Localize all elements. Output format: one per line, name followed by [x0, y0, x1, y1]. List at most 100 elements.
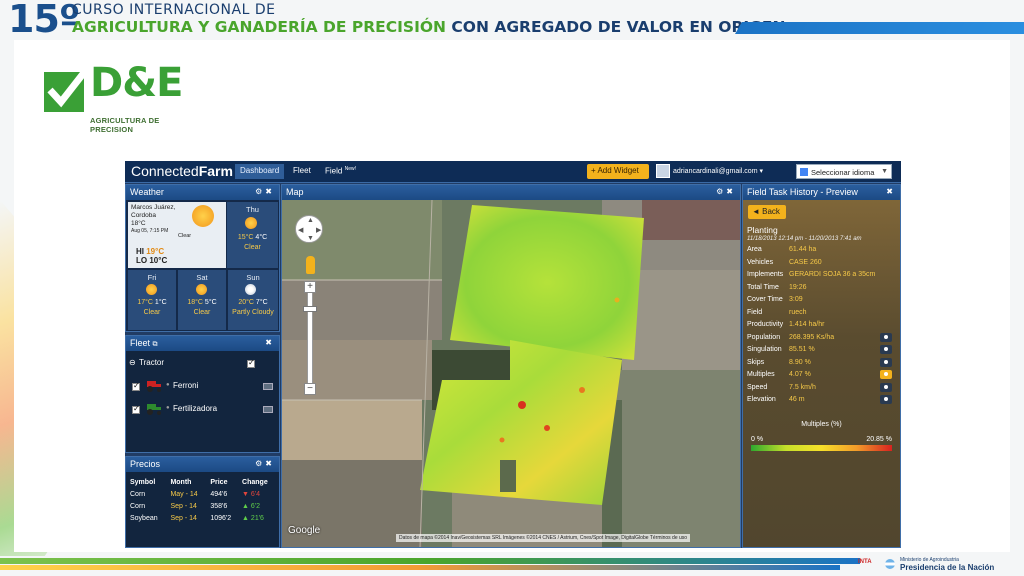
price-month: Sep - 14 — [170, 515, 197, 522]
price-value: 1096'2 — [210, 515, 232, 522]
forecast-hi: 18°C — [187, 299, 203, 306]
close-icon[interactable]: ✖ — [265, 187, 275, 196]
task-row-total-time: Total Time 19:26 — [747, 284, 899, 296]
chevron-down-icon: ▼ — [881, 168, 888, 175]
weather-title: Weather — [130, 187, 164, 197]
fleet-item-checkbox[interactable] — [132, 404, 140, 414]
weather-header: Weather ⚙✖ — [126, 185, 279, 200]
pan-right-icon[interactable]: ▶ — [316, 226, 321, 234]
fleet-group-row[interactable]: ⊖ Tractor — [126, 358, 279, 376]
fleet-widget: Fleet ⧉ ✖ ⊖ Tractor ● Ferroni ● Fert — [125, 335, 280, 453]
close-icon[interactable]: ✖ — [886, 187, 896, 196]
message-icon[interactable] — [263, 383, 273, 390]
collapse-icon[interactable]: ⊖ — [129, 358, 136, 367]
row-value: CASE 260 — [789, 259, 822, 266]
gear-icon[interactable]: ⚙ — [255, 187, 265, 196]
row-value: 3:09 — [789, 296, 803, 303]
row-label: Cover Time — [747, 296, 783, 303]
tab-dashboard[interactable]: Dashboard — [235, 164, 285, 179]
gear-icon[interactable]: ⚙ — [716, 187, 726, 196]
hi-label: HI — [136, 247, 144, 256]
row-value: 1.414 ha/hr — [789, 321, 825, 328]
precios-header: Precios ⚙✖ — [126, 457, 279, 472]
pan-control[interactable]: ▲ ▼ ◀ ▶ — [295, 215, 323, 243]
forecast-sat: Sat 18°C 5°C Clear — [178, 270, 226, 330]
zoom-out-button[interactable]: − — [304, 383, 316, 395]
field-north[interactable] — [450, 205, 644, 360]
brand-logo[interactable]: ConnectedFarm — [131, 163, 233, 179]
weather-today: Marcos Juárez, Cordoba 18°C Aug 05, 7:15… — [128, 202, 226, 268]
eye-icon[interactable] — [880, 333, 892, 342]
forecast-lo: 1°C — [154, 299, 167, 306]
forecast-lo: 4°C — [255, 234, 268, 241]
logo-subtitle: AGRICULTURA DE PRECISION — [90, 116, 160, 134]
fleet-item[interactable]: ● Ferroni — [126, 380, 279, 398]
weather-widget: Weather ⚙✖ Marcos Juárez, Cordoba 18°C A… — [125, 184, 280, 332]
street-view-icon[interactable] — [306, 256, 315, 274]
forecast-sun: Sun 20°C 7°C Partly Cloudy — [228, 270, 278, 330]
tab-fleet[interactable]: Fleet — [288, 164, 316, 179]
weather-date: Aug 05, 7:15 PM — [131, 228, 169, 234]
fleet-item[interactable]: ● Fertilizadora — [126, 403, 279, 421]
group-checkbox[interactable] — [247, 358, 255, 368]
row-label: Productivity — [747, 321, 784, 328]
task-row-multiples: Multiples 4.07 % — [747, 370, 899, 383]
eye-icon[interactable] — [880, 358, 892, 367]
row-label: Implements — [747, 271, 784, 278]
task-date-range: 11/18/2013 12:14 pm - 11/20/2013 7:41 am — [747, 236, 862, 242]
tab-field[interactable]: Field New! — [320, 164, 361, 179]
weather-hi: HI 19°C — [136, 248, 164, 256]
eye-icon[interactable] — [880, 395, 892, 404]
row-value: 19:26 — [789, 284, 807, 291]
message-icon[interactable] — [263, 406, 273, 413]
eye-icon[interactable] — [880, 345, 892, 354]
fleet-title: Fleet — [130, 338, 151, 348]
map-title: Map — [286, 187, 304, 197]
price-change: ▲ 21'6 — [242, 515, 264, 522]
forecast-hi: 15°C — [237, 234, 254, 241]
forecast-day: Thu — [246, 205, 259, 214]
zoom-in-button[interactable]: + — [304, 281, 316, 293]
zoom-slider-handle[interactable] — [303, 306, 317, 312]
back-button[interactable]: ◄ Back — [748, 205, 786, 219]
prices-table: Symbol Month Price Change Corn May - 14 … — [128, 477, 278, 525]
map-attribution[interactable]: Datos de mapa ©2014 Inav/Geosistemas SRL… — [396, 534, 691, 542]
user-menu[interactable]: adriancardinali@gmail.com ▾ — [673, 167, 763, 175]
close-icon[interactable]: ✖ — [265, 459, 275, 468]
table-header-row: Symbol Month Price Change — [128, 477, 278, 489]
close-icon[interactable]: ✖ — [265, 338, 275, 347]
fleet-item-name: Fertilizadora — [173, 404, 218, 413]
row-label: Vehicles — [747, 259, 774, 266]
avatar[interactable] — [656, 164, 670, 178]
satellite-map[interactable] — [282, 200, 740, 548]
multiples-hotspot — [579, 387, 585, 393]
forecast-day: Fri — [147, 273, 157, 282]
row-value: GERARDI SOJA 36 a 35cm — [789, 271, 876, 278]
course-number: 15º — [8, 0, 80, 41]
task-row-productivity: Productivity 1.414 ha/hr — [747, 321, 899, 333]
fleet-item-checkbox[interactable] — [132, 381, 140, 391]
pan-left-icon[interactable]: ◀ — [298, 226, 303, 234]
eye-icon[interactable] — [880, 383, 892, 392]
task-row-implements: Implements GERARDI SOJA 36 a 35cm — [747, 271, 899, 283]
google-logo: Google — [288, 525, 321, 536]
legend-color-bar — [751, 445, 892, 451]
checkmark-logo-icon — [44, 67, 89, 112]
close-icon[interactable]: ✖ — [726, 187, 736, 196]
eye-icon[interactable] — [880, 370, 892, 379]
gear-icon[interactable]: ⚙ — [255, 459, 265, 468]
price-month: Sep - 14 — [170, 503, 197, 510]
pan-up-icon[interactable]: ▲ — [307, 217, 314, 224]
row-label: Skips — [747, 359, 765, 366]
pan-down-icon[interactable]: ▼ — [307, 235, 314, 242]
language-select[interactable]: Seleccionar idioma ▼ — [796, 164, 892, 179]
forecast-fri: Fri 17°C 1°C Clear — [128, 270, 176, 330]
forecast-condition: Clear — [244, 244, 261, 251]
column-header: Symbol — [130, 479, 156, 486]
partly-cloudy-icon — [245, 284, 256, 295]
map-header: Map ⚙✖ — [282, 185, 740, 200]
external-link-icon[interactable]: ⧉ — [153, 341, 158, 348]
forecast-hi: 17°C — [137, 299, 153, 306]
add-widget-button[interactable]: + Add Widget — [587, 164, 649, 179]
zoom-slider[interactable] — [307, 286, 313, 390]
